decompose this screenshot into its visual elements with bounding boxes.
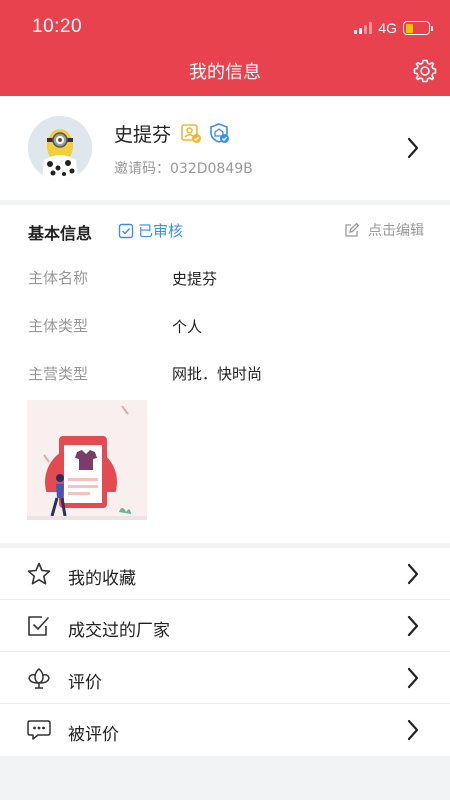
- checkbox-checked-icon: [118, 223, 134, 238]
- entity-type-label: 主体类型: [28, 317, 89, 335]
- menu-item-favorites[interactable]: 我的收藏: [0, 548, 450, 600]
- menu-label-traded-factories: 成交过的厂家: [68, 621, 170, 641]
- status-indicators: 4G: [354, 19, 433, 37]
- menu-item-reviews[interactable]: 评价: [0, 652, 450, 704]
- signal-icon: [354, 22, 373, 34]
- menu-item-traded-factories[interactable]: 成交过的厂家: [0, 600, 450, 652]
- flower-icon: [28, 668, 50, 689]
- edit-icon: [345, 222, 360, 237]
- entity-name-value: 史提芬: [172, 270, 218, 288]
- chevron-right-icon: [407, 615, 419, 637]
- chevron-right-icon: [407, 563, 419, 585]
- star-icon: [27, 562, 51, 585]
- chat-bubble-icon: [27, 720, 51, 740]
- business-type-label: 主营类型: [28, 365, 89, 383]
- entity-type-value: 个人: [172, 318, 203, 336]
- edit-label: 点击编辑: [368, 223, 424, 239]
- menu-item-reviewed[interactable]: 被评价: [0, 704, 450, 756]
- verification-badges: [180, 122, 230, 144]
- battery-icon: [403, 21, 433, 35]
- chevron-right-icon[interactable]: [404, 135, 422, 161]
- verified-status: 已审核: [118, 220, 183, 241]
- minion-avatar-image: [28, 116, 92, 180]
- menu-list: 我的收藏 成交过的厂家 评价 被评价: [0, 548, 450, 756]
- edit-button[interactable]: 点击编辑: [344, 220, 424, 240]
- verified-label: 已审核: [138, 222, 184, 240]
- shop-verified-badge-icon: [210, 123, 229, 143]
- business-license-image[interactable]: [27, 400, 147, 520]
- profile-card[interactable]: 史提芬 邀请码：032D0849B: [0, 96, 450, 200]
- page-title: 我的信息: [189, 62, 261, 83]
- network-type: 4G: [378, 20, 397, 36]
- status-bar: 10:20 4G: [0, 0, 450, 54]
- menu-label-reviews: 评价: [68, 673, 102, 693]
- status-time: 10:20: [32, 16, 83, 37]
- user-name: 史提芬: [114, 124, 172, 146]
- checkbox-icon: [28, 616, 49, 636]
- invite-code: 邀请码：032D0849B: [114, 161, 253, 177]
- avatar: [28, 116, 92, 180]
- id-verified-badge-icon: [181, 124, 201, 143]
- menu-label-favorites: 我的收藏: [68, 569, 136, 589]
- business-type-value: 网批．快时尚: [172, 365, 263, 383]
- gear-icon[interactable]: [412, 58, 438, 84]
- basic-info-section: 基本信息 已审核 点击编辑 主体名称 史提芬 主体类型 个人 主营类型 网批．快…: [0, 205, 450, 543]
- basic-info-title: 基本信息: [28, 224, 93, 243]
- app-header: 10:20 4G 我的信息: [0, 0, 450, 96]
- shopping-illustration: [27, 400, 147, 520]
- entity-name-label: 主体名称: [28, 269, 89, 287]
- chevron-right-icon: [407, 719, 419, 741]
- chevron-right-icon: [407, 667, 419, 689]
- menu-label-reviewed: 被评价: [68, 725, 119, 745]
